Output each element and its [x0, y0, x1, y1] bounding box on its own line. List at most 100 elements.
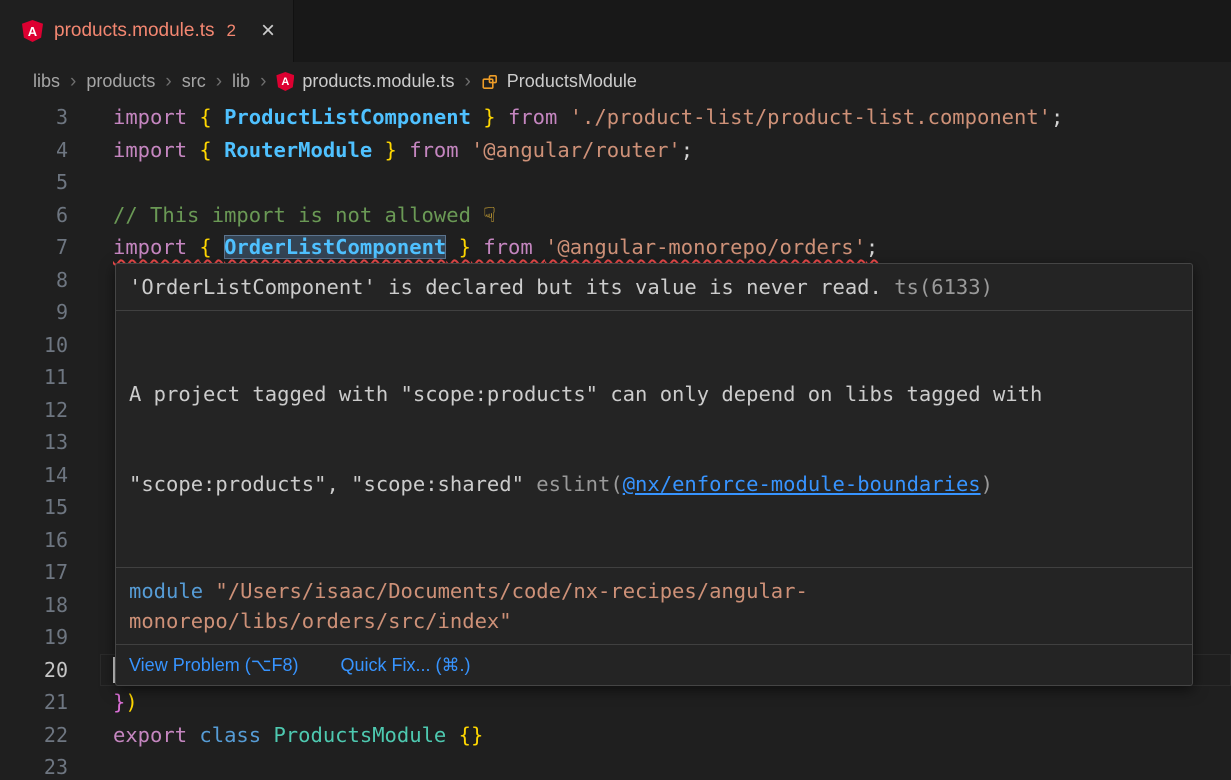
code-line-23[interactable]: 23 [0, 751, 1231, 780]
code-token: from [496, 105, 570, 129]
breadcrumb-item-lib[interactable]: lib [232, 71, 250, 92]
code-token: '@angular-monorepo/orders' [545, 235, 866, 259]
tab-bar: A products.module.ts 2 × [0, 0, 1231, 62]
eslint-message-line2: "scope:products", "scope:shared" eslint(… [129, 469, 1179, 499]
chevron-right-icon: › [165, 71, 171, 93]
line-number[interactable]: 21 [0, 686, 100, 719]
code-token: import [113, 235, 199, 259]
breadcrumb-item-src[interactable]: src [182, 71, 206, 92]
breadcrumb-label: src [182, 71, 206, 92]
eslint-rule-link[interactable]: @nx/enforce-module-boundaries [623, 472, 981, 496]
chevron-right-icon: › [70, 71, 76, 93]
line-number[interactable]: 4 [0, 134, 100, 167]
vscode-window: { "tab": { "title": "products.module.ts"… [0, 0, 1231, 780]
breadcrumb: libs › products › src › lib › Aproducts.module.t… [0, 62, 1231, 101]
code-line-21[interactable]: 21}) [0, 686, 1231, 719]
code-token: ProductListComponent [224, 105, 471, 129]
line-number[interactable]: 22 [0, 719, 100, 752]
code-token: from [397, 138, 471, 162]
code-content: }) [100, 686, 1231, 719]
code-content: // This import is not allowed ☟ [100, 199, 1231, 232]
code-token: { [199, 105, 224, 129]
breadcrumb-label: ProductsModule [507, 71, 637, 92]
code-token: } [446, 235, 471, 259]
code-content: import { RouterModule } from '@angular/r… [100, 134, 1231, 167]
diagnostic-text: 'OrderListComponent' is declared but its… [129, 275, 882, 299]
eslint-source-suffix: ) [981, 472, 993, 496]
breadcrumb-item-products-module-ts[interactable]: Aproducts.module.ts [276, 71, 454, 92]
breadcrumb-label: products.module.ts [302, 71, 454, 92]
code-token: ☟ [483, 203, 495, 227]
ts-diagnostic-message: 'OrderListComponent' is declared but its… [116, 264, 1192, 311]
line-number[interactable]: 13 [0, 426, 100, 459]
line-number[interactable]: 23 [0, 751, 100, 780]
code-content: import { ProductListComponent } from './… [100, 101, 1231, 134]
view-problem-action[interactable]: View Problem (⌥F8) [129, 652, 298, 678]
class-symbol-icon [481, 73, 499, 91]
line-number[interactable]: 5 [0, 166, 100, 199]
diagnostics-hover-tooltip: 'OrderListComponent' is declared but its… [115, 263, 1193, 686]
code-token: // This import is not allowed [113, 203, 483, 227]
breadcrumb-item-products[interactable]: products [86, 71, 155, 92]
line-number[interactable]: 7 [0, 231, 100, 264]
angular-icon: A [276, 72, 294, 91]
editor[interactable]: 3import { ProductListComponent } from '.… [0, 101, 1231, 780]
close-icon[interactable]: × [261, 19, 275, 43]
code-line-5[interactable]: 5 [0, 166, 1231, 199]
code-token: from [471, 235, 545, 259]
code-token: ProductsModule [273, 723, 458, 747]
module-keyword: module [129, 579, 215, 603]
tab-products-module-ts[interactable]: A products.module.ts 2 × [0, 0, 294, 62]
line-number[interactable]: 6 [0, 199, 100, 232]
breadcrumb-label: products [86, 71, 155, 92]
module-path-line2: monorepo/libs/orders/src/index" [129, 609, 512, 633]
code-line-6[interactable]: 6// This import is not allowed ☟ [0, 199, 1231, 232]
eslint-diagnostic-message: A project tagged with "scope:products" c… [116, 311, 1192, 568]
code-token: ; [1051, 105, 1063, 129]
line-number[interactable]: 10 [0, 329, 100, 362]
line-number[interactable]: 20 [0, 654, 100, 687]
problems-count-badge: 2 [227, 21, 236, 41]
code-token: class [199, 723, 273, 747]
code-line-3[interactable]: 3import { ProductListComponent } from '.… [0, 101, 1231, 134]
highlighted-token: OrderListComponent [224, 235, 446, 259]
tab-label: products.module.ts [54, 20, 215, 42]
code-token: '@angular/router' [471, 138, 681, 162]
code-token: { [199, 138, 224, 162]
module-path-line1: "/Users/isaac/Documents/code/nx-recipes/… [215, 579, 807, 603]
line-number[interactable]: 11 [0, 361, 100, 394]
code-content: import { OrderListComponent } from '@ang… [100, 231, 1231, 264]
chevron-right-icon: › [216, 71, 222, 93]
breadcrumb-item-libs[interactable]: libs [33, 71, 60, 92]
diagnostic-source: ts(6133) [882, 275, 993, 299]
code-token: export [113, 723, 199, 747]
code-content [100, 751, 1231, 780]
quick-fix-action[interactable]: Quick Fix... (⌘.) [340, 652, 470, 678]
chevron-right-icon: › [260, 71, 266, 93]
line-number[interactable]: 18 [0, 589, 100, 622]
line-number[interactable]: 12 [0, 394, 100, 427]
code-token: import [113, 138, 199, 162]
code-line-7[interactable]: 7import { OrderListComponent } from '@an… [0, 231, 1231, 264]
breadcrumb-item-productsmodule[interactable]: ProductsModule [481, 71, 637, 92]
code-token: import [113, 105, 199, 129]
code-token: './product-list/product-list.component' [570, 105, 1051, 129]
eslint-message-text: "scope:products", "scope:shared" [129, 472, 536, 496]
line-number[interactable]: 19 [0, 621, 100, 654]
line-number[interactable]: 3 [0, 101, 100, 134]
line-number[interactable]: 14 [0, 459, 100, 492]
code-line-22[interactable]: 22 export class ProductsModule {} [0, 719, 1231, 752]
code-line-4[interactable]: 4import { RouterModule } from '@angular/… [0, 134, 1231, 167]
line-number[interactable]: 17 [0, 556, 100, 589]
breadcrumb-label: libs [33, 71, 60, 92]
line-number[interactable]: 15 [0, 491, 100, 524]
line-number[interactable]: 9 [0, 296, 100, 329]
code-token: {} [459, 723, 484, 747]
line-number[interactable]: 8 [0, 264, 100, 297]
code-token: } [471, 105, 496, 129]
hover-actions: View Problem (⌥F8) Quick Fix... (⌘.) [116, 645, 1192, 685]
chevron-right-icon: › [464, 71, 470, 93]
code-token: { [199, 235, 224, 259]
code-token: ) [125, 690, 137, 714]
line-number[interactable]: 16 [0, 524, 100, 557]
